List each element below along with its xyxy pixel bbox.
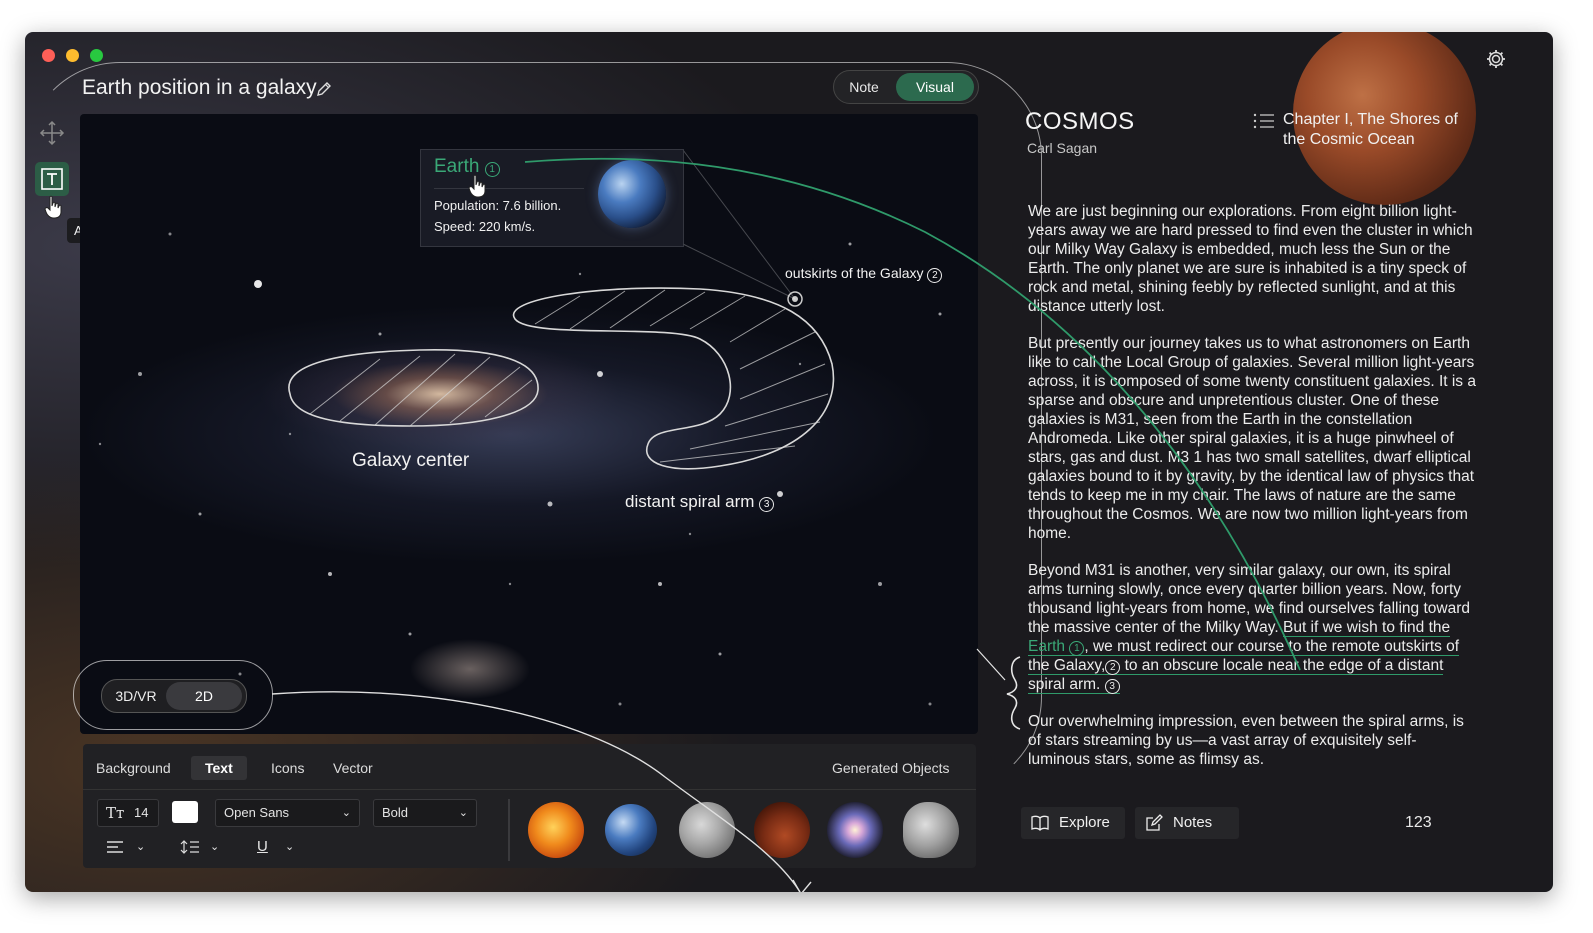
outskirts-label[interactable]: outskirts of the Galaxy 2 xyxy=(785,265,943,283)
number-badge-2: 2 xyxy=(1105,660,1121,675)
editor-panel: Background Text Icons Vector Generated O… xyxy=(83,744,976,868)
text-size-icon: Tт xyxy=(106,804,125,822)
visual-canvas[interactable]: Earth 1 Population: 7.6 billion. Speed: … xyxy=(80,114,978,734)
asteroid-object[interactable] xyxy=(903,802,959,858)
earth-number-badge: 1 xyxy=(484,162,500,177)
font-weight-value: Bold xyxy=(382,805,409,820)
visual-mode-button[interactable]: Visual xyxy=(896,73,974,101)
editor-divider xyxy=(83,789,976,790)
text-align-select[interactable]: ⌄ xyxy=(97,833,157,861)
pencil-icon[interactable] xyxy=(315,80,333,98)
card-divider xyxy=(434,188,584,189)
font-weight-select[interactable]: Bold ⌄ xyxy=(373,799,477,827)
edit-note-icon xyxy=(1146,814,1163,831)
number-badge-1: 1 xyxy=(1069,641,1085,656)
tab-vector[interactable]: Vector xyxy=(333,756,373,780)
tab-background[interactable]: Background xyxy=(96,756,171,780)
font-family-value: Open Sans xyxy=(224,805,290,820)
explore-button[interactable]: Explore xyxy=(1021,807,1125,839)
chevron-down-icon: ⌄ xyxy=(285,841,295,853)
notes-button[interactable]: Notes xyxy=(1135,807,1239,839)
paragraph: We are just beginning our explorations. … xyxy=(1028,203,1473,315)
chevron-down-icon: ⌄ xyxy=(341,807,351,819)
earth-info-card[interactable]: Earth 1 Population: 7.6 billion. Speed: … xyxy=(420,149,684,247)
earth-object[interactable] xyxy=(605,804,657,856)
galaxy-center-label[interactable]: Galaxy center xyxy=(352,450,469,472)
chevron-down-icon: ⌄ xyxy=(210,841,220,853)
align-left-icon xyxy=(107,841,123,853)
text-color-swatch[interactable] xyxy=(172,801,198,823)
paragraph: But presently our journey takes us to wh… xyxy=(1028,335,1476,542)
earth-speed: Speed: 220 km/s. xyxy=(434,219,536,234)
table-of-contents-icon[interactable] xyxy=(1253,113,1275,129)
hand-cursor-icon xyxy=(44,195,62,219)
view-mode-toggle: 3D/VR 2D xyxy=(101,679,247,713)
add-text-tool-button[interactable] xyxy=(35,162,69,196)
line-spacing-icon xyxy=(180,840,199,854)
move-tool-icon[interactable] xyxy=(37,118,67,148)
page-number: 123 xyxy=(1405,814,1432,831)
chapter-title[interactable]: Chapter I, The Shores of the Cosmic Ocea… xyxy=(1283,110,1483,150)
earth-thumbnail xyxy=(598,160,666,228)
reader-text: We are just beginning our explorations. … xyxy=(1028,202,1478,787)
earth-population: Population: 7.6 billion. xyxy=(434,198,562,213)
font-family-select[interactable]: Open Sans ⌄ xyxy=(215,799,360,827)
book-icon xyxy=(1031,815,1049,831)
maximize-window-button[interactable] xyxy=(90,49,103,62)
book-author: Carl Sagan xyxy=(1027,140,1098,156)
outskirts-number-badge: 2 xyxy=(927,268,943,283)
tab-icons[interactable]: Icons xyxy=(271,756,304,780)
text-box-icon xyxy=(41,168,63,190)
number-badge-3: 3 xyxy=(1104,679,1120,694)
line-spacing-select[interactable]: ⌄ xyxy=(173,833,233,861)
editor-vertical-divider xyxy=(508,799,510,861)
note-mode-button[interactable]: Note xyxy=(838,73,890,101)
chevron-down-icon: ⌄ xyxy=(458,807,468,819)
spiral-arm-region xyxy=(512,287,835,470)
blood-moon-object[interactable] xyxy=(754,802,810,858)
font-size-value: 14 xyxy=(134,805,149,820)
note-visual-toggle: Note Visual xyxy=(833,70,979,104)
generated-objects-label: Generated Objects xyxy=(832,760,950,776)
paragraph: Our overwhelming impression, even betwee… xyxy=(1028,713,1464,768)
sun-object[interactable] xyxy=(528,802,584,858)
close-window-button[interactable] xyxy=(42,49,55,62)
minimize-window-button[interactable] xyxy=(66,49,79,62)
tab-text[interactable]: Text xyxy=(191,756,247,780)
hand-cursor-icon xyxy=(468,174,486,198)
view-2d-button[interactable]: 2D xyxy=(166,682,242,710)
chevron-down-icon: ⌄ xyxy=(136,841,146,853)
earth-card-title: Earth 1 xyxy=(434,156,500,178)
font-size-control[interactable]: Tт 14 xyxy=(97,799,159,827)
moon-object[interactable] xyxy=(679,802,735,858)
app-window: Earth position in a galaxy Note Visual A… xyxy=(25,32,1553,892)
spiral-arm-label[interactable]: distant spiral arm 3 xyxy=(625,492,775,512)
document-title[interactable]: Earth position in a galaxy xyxy=(82,76,317,100)
book-title: COSMOS xyxy=(1025,108,1135,135)
gear-icon[interactable] xyxy=(1485,48,1507,70)
underline-icon: U xyxy=(257,838,268,855)
view-3dvr-button[interactable]: 3D/VR xyxy=(106,682,166,710)
earth-link[interactable]: Earth xyxy=(1028,638,1065,655)
paragraph: Beyond M31 is another, very similar gala… xyxy=(1028,561,1478,694)
spiral-galaxy-object[interactable] xyxy=(827,802,883,858)
underline-select[interactable]: U ⌄ xyxy=(248,833,308,861)
spiral-number-badge: 3 xyxy=(759,497,775,512)
